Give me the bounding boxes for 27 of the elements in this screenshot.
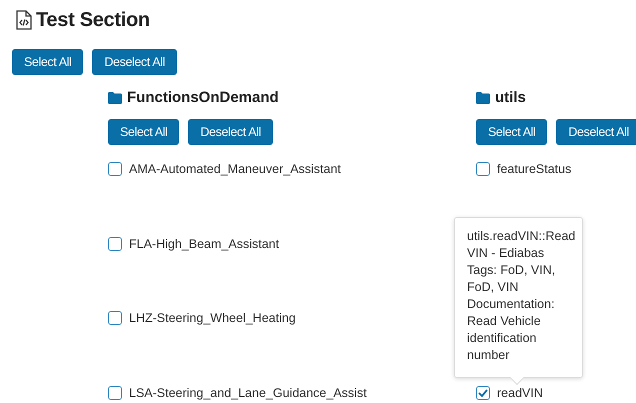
tooltip-text: utils.readVIN::Read VIN - Ediabas bbox=[467, 228, 576, 262]
checkbox-label: featureStatus bbox=[497, 162, 572, 176]
checkbox[interactable] bbox=[108, 236, 122, 251]
select-all-button[interactable]: Select All bbox=[12, 49, 84, 75]
tooltip-text: Documentation: Read Vehicle identification number bbox=[467, 296, 556, 364]
checkbox[interactable] bbox=[108, 162, 122, 176]
deselect-all-button[interactable]: Deselect All bbox=[556, 119, 636, 145]
code-file-icon bbox=[16, 10, 32, 30]
deselect-all-button[interactable]: Deselect All bbox=[188, 119, 273, 145]
checkbox-label: LHZ-Steering_Wheel_Heating bbox=[129, 311, 296, 326]
group-title: utils bbox=[495, 88, 526, 108]
checkbox-label: AMA-Automated_Maneuver_Assistant bbox=[129, 162, 341, 176]
folder-icon bbox=[476, 92, 490, 104]
checkbox-label: readVIN bbox=[497, 386, 543, 400]
checkbox-label: LSA-Steering_and_Lane_Guidance_Assist bbox=[129, 386, 367, 400]
section-title: Test Section bbox=[36, 8, 150, 33]
select-all-button[interactable]: Select All bbox=[108, 119, 180, 145]
checkbox[interactable] bbox=[476, 162, 490, 176]
folder-icon bbox=[108, 92, 122, 104]
checkbox-label: FLA-High_Beam_Assistant bbox=[129, 236, 280, 251]
select-all-button[interactable]: Select All bbox=[476, 119, 548, 145]
checkbox[interactable] bbox=[108, 386, 122, 400]
deselect-all-button[interactable]: Deselect All bbox=[92, 49, 177, 75]
checkbox[interactable] bbox=[108, 311, 122, 326]
group-title: FunctionsOnDemand bbox=[127, 88, 279, 108]
checkbox[interactable] bbox=[476, 386, 490, 400]
tooltip-text: Tags: FoD, VIN, FoD, VIN bbox=[467, 262, 556, 296]
